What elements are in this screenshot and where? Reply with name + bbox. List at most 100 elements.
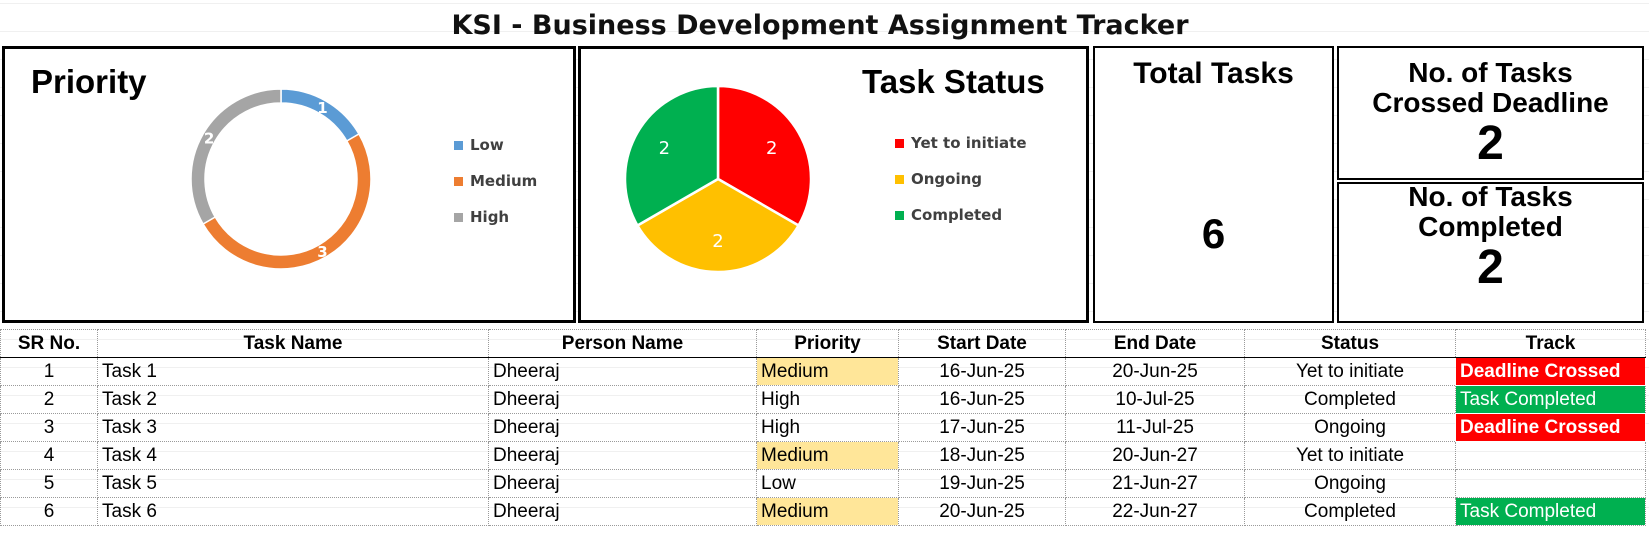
cell-task-name[interactable]: Task 4 <box>97 441 489 470</box>
completed-tasks-card: No. of Tasks Completed 2 <box>1337 181 1644 323</box>
task-status-data-label: 2 <box>659 138 670 159</box>
legend-item-completed: Completed <box>895 197 1027 233</box>
cell-sr-no[interactable]: 1 <box>0 357 98 386</box>
cell-priority[interactable]: High <box>756 413 899 442</box>
table-row: 4 Task 4 Dheeraj Medium 18-Jun-25 20-Jun… <box>0 441 1646 470</box>
column-header-status[interactable]: Status <box>1244 329 1456 358</box>
completed-tasks-label-1: No. of Tasks <box>1408 181 1573 212</box>
cell-end-date[interactable]: 20-Jun-25 <box>1065 357 1245 386</box>
cell-sr-no[interactable]: 5 <box>0 469 98 498</box>
total-tasks-label: Total Tasks <box>1133 57 1294 90</box>
cell-end-date[interactable]: 20-Jun-27 <box>1065 441 1245 470</box>
task-status-data-label: 2 <box>712 231 723 252</box>
priority-legend: Low Medium High <box>454 127 537 235</box>
column-header-track[interactable]: Track <box>1455 329 1646 358</box>
cell-start-date[interactable]: 20-Jun-25 <box>898 497 1066 526</box>
cell-priority[interactable]: Low <box>756 469 899 498</box>
priority-slice-high[interactable] <box>190 88 282 226</box>
legend-item-low: Low <box>454 127 537 163</box>
crossed-deadline-label-1: No. of Tasks <box>1408 57 1573 88</box>
column-header-end-date[interactable]: End Date <box>1065 329 1245 358</box>
crossed-deadline-card: No. of Tasks Crossed Deadline 2 <box>1337 46 1644 180</box>
priority-slice-medium[interactable] <box>202 132 372 270</box>
legend-swatch-completed <box>895 210 904 220</box>
cell-track[interactable] <box>1455 441 1646 470</box>
task-status-legend: Yet to initiate Ongoing Completed <box>895 125 1027 233</box>
cell-track[interactable]: Deadline Crossed <box>1455 413 1646 442</box>
cell-start-date[interactable]: 18-Jun-25 <box>898 441 1066 470</box>
column-header-start-date[interactable]: Start Date <box>898 329 1066 358</box>
cell-priority[interactable]: Medium <box>756 441 899 470</box>
cell-track[interactable]: Deadline Crossed <box>1455 357 1646 386</box>
priority-chart-panel[interactable]: Priority 132 Low Medium High <box>2 46 576 323</box>
crossed-deadline-value: 2 <box>1477 117 1504 170</box>
column-header-person-name[interactable]: Person Name <box>488 329 757 358</box>
cell-task-name[interactable]: Task 5 <box>97 469 489 498</box>
completed-tasks-value: 2 <box>1477 241 1504 294</box>
cell-priority[interactable]: Medium <box>756 357 899 386</box>
cell-status[interactable]: Completed <box>1244 497 1456 526</box>
dashboard-title: KSI - Business Development Assignment Tr… <box>451 10 1189 41</box>
legend-item-ongoing: Ongoing <box>895 161 1027 197</box>
task-status-data-label: 2 <box>766 138 777 159</box>
cell-task-name[interactable]: Task 2 <box>97 385 489 414</box>
priority-data-label: 2 <box>204 130 214 148</box>
cell-start-date[interactable]: 19-Jun-25 <box>898 469 1066 498</box>
cell-track[interactable]: Task Completed <box>1455 497 1646 526</box>
cell-start-date[interactable]: 16-Jun-25 <box>898 357 1066 386</box>
total-tasks-value: 6 <box>1201 210 1226 257</box>
priority-data-label: 1 <box>317 99 327 117</box>
cell-end-date[interactable]: 10-Jul-25 <box>1065 385 1245 414</box>
cell-task-name[interactable]: Task 1 <box>97 357 489 386</box>
cell-status[interactable]: Completed <box>1244 385 1456 414</box>
cell-end-date[interactable]: 22-Jun-27 <box>1065 497 1245 526</box>
total-tasks-card: Total Tasks 6 <box>1093 46 1334 323</box>
priority-data-label: 3 <box>317 243 327 261</box>
table-row: 3 Task 3 Dheeraj High 17-Jun-25 11-Jul-2… <box>0 413 1646 442</box>
cell-sr-no[interactable]: 6 <box>0 497 98 526</box>
cell-status[interactable]: Yet to initiate <box>1244 441 1456 470</box>
legend-item-medium: Medium <box>454 163 537 199</box>
cell-end-date[interactable]: 21-Jun-27 <box>1065 469 1245 498</box>
crossed-deadline-label-2: Crossed Deadline <box>1372 87 1609 118</box>
cell-task-name[interactable]: Task 6 <box>97 497 489 526</box>
cell-track[interactable] <box>1455 469 1646 498</box>
cell-person-name[interactable]: Dheeraj <box>488 413 757 442</box>
cell-task-name[interactable]: Task 3 <box>97 413 489 442</box>
cell-person-name[interactable]: Dheeraj <box>488 469 757 498</box>
cell-start-date[interactable]: 17-Jun-25 <box>898 413 1066 442</box>
cell-person-name[interactable]: Dheeraj <box>488 385 757 414</box>
legend-swatch-yet-to-initiate <box>895 138 904 148</box>
cell-priority[interactable]: Medium <box>756 497 899 526</box>
cell-status[interactable]: Ongoing <box>1244 413 1456 442</box>
assignment-table: SR No. Task Name Person Name Priority St… <box>0 329 1646 526</box>
cell-sr-no[interactable]: 2 <box>0 385 98 414</box>
cell-end-date[interactable]: 11-Jul-25 <box>1065 413 1245 442</box>
column-header-priority[interactable]: Priority <box>756 329 899 358</box>
cell-person-name[interactable]: Dheeraj <box>488 497 757 526</box>
table-row: 2 Task 2 Dheeraj High 16-Jun-25 10-Jul-2… <box>0 385 1646 414</box>
table-header-row: SR No. Task Name Person Name Priority St… <box>0 329 1646 358</box>
table-row: 5 Task 5 Dheeraj Low 19-Jun-25 21-Jun-27… <box>0 469 1646 498</box>
legend-swatch-low <box>454 140 463 150</box>
cell-priority[interactable]: High <box>756 385 899 414</box>
column-header-task-name[interactable]: Task Name <box>97 329 489 358</box>
cell-sr-no[interactable]: 4 <box>0 441 98 470</box>
cell-track[interactable]: Task Completed <box>1455 385 1646 414</box>
cell-person-name[interactable]: Dheeraj <box>488 357 757 386</box>
cell-sr-no[interactable]: 3 <box>0 413 98 442</box>
cell-start-date[interactable]: 16-Jun-25 <box>898 385 1066 414</box>
cell-person-name[interactable]: Dheeraj <box>488 441 757 470</box>
completed-tasks-label-2: Completed <box>1418 211 1563 242</box>
table-row: 1 Task 1 Dheeraj Medium 16-Jun-25 20-Jun… <box>0 357 1646 386</box>
cell-status[interactable]: Ongoing <box>1244 469 1456 498</box>
task-status-chart-panel[interactable]: Task Status 222 Yet to initiate Ongoing … <box>578 46 1089 323</box>
legend-swatch-medium <box>454 176 463 186</box>
column-header-sr-no[interactable]: SR No. <box>0 329 98 358</box>
legend-item-high: High <box>454 199 537 235</box>
cell-status[interactable]: Yet to initiate <box>1244 357 1456 386</box>
table-row: 6 Task 6 Dheeraj Medium 20-Jun-25 22-Jun… <box>0 497 1646 526</box>
legend-item-yet-to-initiate: Yet to initiate <box>895 125 1027 161</box>
legend-swatch-high <box>454 212 463 222</box>
legend-swatch-ongoing <box>895 174 904 184</box>
